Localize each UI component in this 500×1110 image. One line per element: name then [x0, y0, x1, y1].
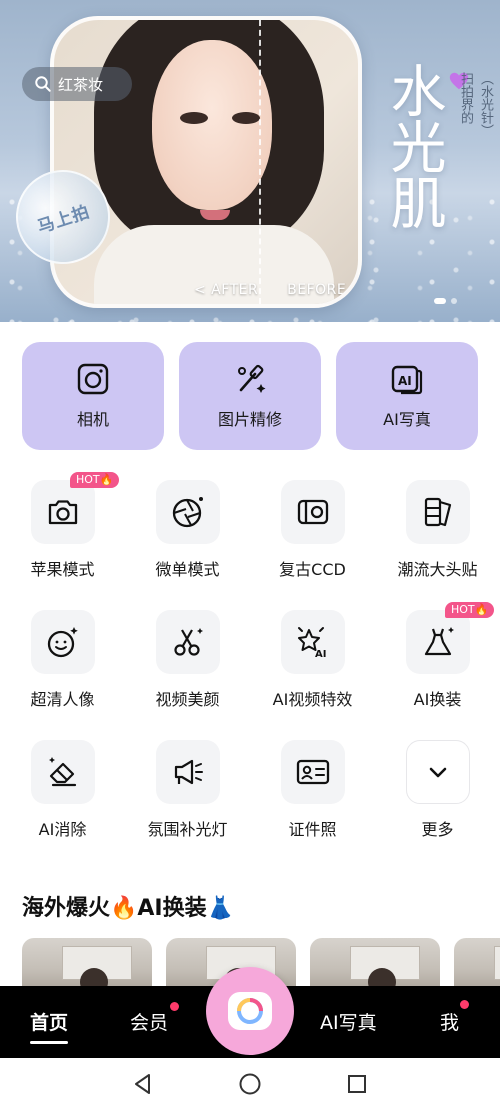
member-notification-dot [170, 1002, 179, 1011]
tool-retro-ccd[interactable]: 复古CCD [250, 478, 375, 608]
banner-subtitle-1: 扫拍界的 [458, 72, 473, 124]
tool-mirrorless-mode[interactable]: 微单模式 [125, 478, 250, 608]
banner-subtitle-2: （水光针） [478, 72, 493, 137]
tool-ai-video-effects[interactable]: AI AI视频特效 [250, 608, 375, 738]
beauty-camera-icon [228, 992, 272, 1030]
tool-label: 复古CCD [279, 560, 346, 579]
nav-home[interactable]: 首页 [30, 1008, 69, 1044]
tool-label: AI视频特效 [272, 690, 353, 709]
tile-ai-portrait-label: AI写真 [383, 410, 431, 429]
tool-label: AI消除 [38, 820, 87, 839]
after-label: < AFTER [194, 282, 259, 298]
dress-icon [424, 627, 454, 656]
camera-icon [77, 363, 109, 395]
thumbnail-card[interactable] [454, 938, 500, 986]
tool-ambient-fill-light[interactable]: 氛围补光灯 [125, 738, 250, 868]
thumbnail-card[interactable] [22, 938, 152, 986]
tool-grid: HOT🔥 苹果模式 微单模式 复古CCD 潮流大头贴 超清人像 视频美颜 AI … [0, 472, 500, 868]
tool-ai-outfit-swap[interactable]: HOT🔥 AI换装 [375, 602, 500, 738]
carousel-indicator [434, 298, 457, 304]
recents-icon[interactable] [345, 1072, 369, 1096]
search-icon [35, 76, 51, 92]
tool-label: 超清人像 [30, 690, 95, 709]
after-before-labels: < AFTER BEFORE > [194, 282, 362, 298]
magic-wand-icon [238, 364, 266, 393]
tool-label: 氛围补光灯 [147, 820, 228, 839]
before-after-photo[interactable]: < AFTER BEFORE > [50, 16, 362, 308]
home-icon[interactable] [238, 1072, 262, 1096]
banner-title: 水光肌 [381, 62, 446, 230]
svg-text:AI: AI [398, 374, 412, 388]
tool-apple-mode[interactable]: HOT🔥 苹果模式 [0, 472, 125, 608]
tool-ai-eraser[interactable]: AI消除 [0, 738, 125, 868]
nav-me[interactable]: 我 [440, 1008, 459, 1035]
center-camera-button[interactable] [206, 967, 294, 1055]
ai-star-icon: AI [297, 627, 326, 660]
tool-more[interactable]: 更多 [375, 738, 500, 868]
tile-camera-label: 相机 [76, 410, 109, 429]
photo-strip-icon [424, 497, 451, 527]
back-icon[interactable] [131, 1072, 155, 1096]
compare-divider[interactable] [259, 20, 261, 304]
tool-label: 视频美颜 [155, 690, 220, 709]
hot-badge: HOT🔥 [70, 472, 120, 488]
tool-hd-portrait[interactable]: 超清人像 [0, 608, 125, 738]
tile-photo-retouch[interactable]: 图片精修 [179, 342, 321, 450]
aperture-icon [172, 497, 203, 528]
tool-label: 苹果模式 [30, 560, 95, 579]
tool-video-beauty[interactable]: 视频美颜 [125, 608, 250, 738]
tool-label: 证件照 [288, 820, 337, 839]
nav-member[interactable]: 会员 [130, 1008, 168, 1035]
tool-label: 潮流大头贴 [397, 560, 478, 579]
id-card-icon [296, 759, 329, 785]
tool-label: 更多 [421, 820, 454, 839]
ai-portrait-icon: AI [391, 365, 423, 395]
scissors-icon [173, 628, 203, 656]
camera-icon [48, 500, 77, 525]
tool-label: AI换装 [413, 690, 462, 709]
eraser-icon [48, 757, 76, 787]
shoot-now-label: 马上拍 [35, 201, 93, 238]
fill-light-icon [174, 759, 203, 785]
section-title: 海外爆火🔥AI换装👗 [22, 896, 234, 921]
nav-ai-portrait[interactable]: AI写真 [320, 1008, 377, 1035]
chevron-down-icon [429, 767, 446, 778]
hero-banner[interactable]: < AFTER BEFORE > 红茶妆 马上拍 水光肌 扫拍界的 （水光针） [0, 0, 500, 322]
tile-camera[interactable]: 相机 [22, 342, 164, 450]
face-sparkle-icon [47, 627, 78, 658]
me-notification-dot [460, 1000, 469, 1009]
before-label: BEFORE > [287, 282, 362, 298]
hot-badge: HOT🔥 [445, 602, 495, 618]
tool-trendy-photo-sticker[interactable]: 潮流大头贴 [375, 478, 500, 608]
tool-id-photo[interactable]: 证件照 [250, 738, 375, 868]
ccd-camera-icon [297, 499, 328, 525]
tool-label: 微单模式 [155, 560, 220, 579]
svg-text:AI: AI [315, 649, 326, 660]
thumbnail-card[interactable] [310, 938, 440, 986]
system-nav-bar [0, 1058, 500, 1110]
main-tiles: 相机 图片精修 AI AI写真 [22, 342, 478, 450]
search-pill-label: 红茶妆 [58, 75, 104, 94]
tile-ai-portrait[interactable]: AI AI写真 [336, 342, 478, 450]
search-pill[interactable]: 红茶妆 [22, 67, 132, 101]
tile-photo-retouch-label: 图片精修 [217, 410, 282, 429]
